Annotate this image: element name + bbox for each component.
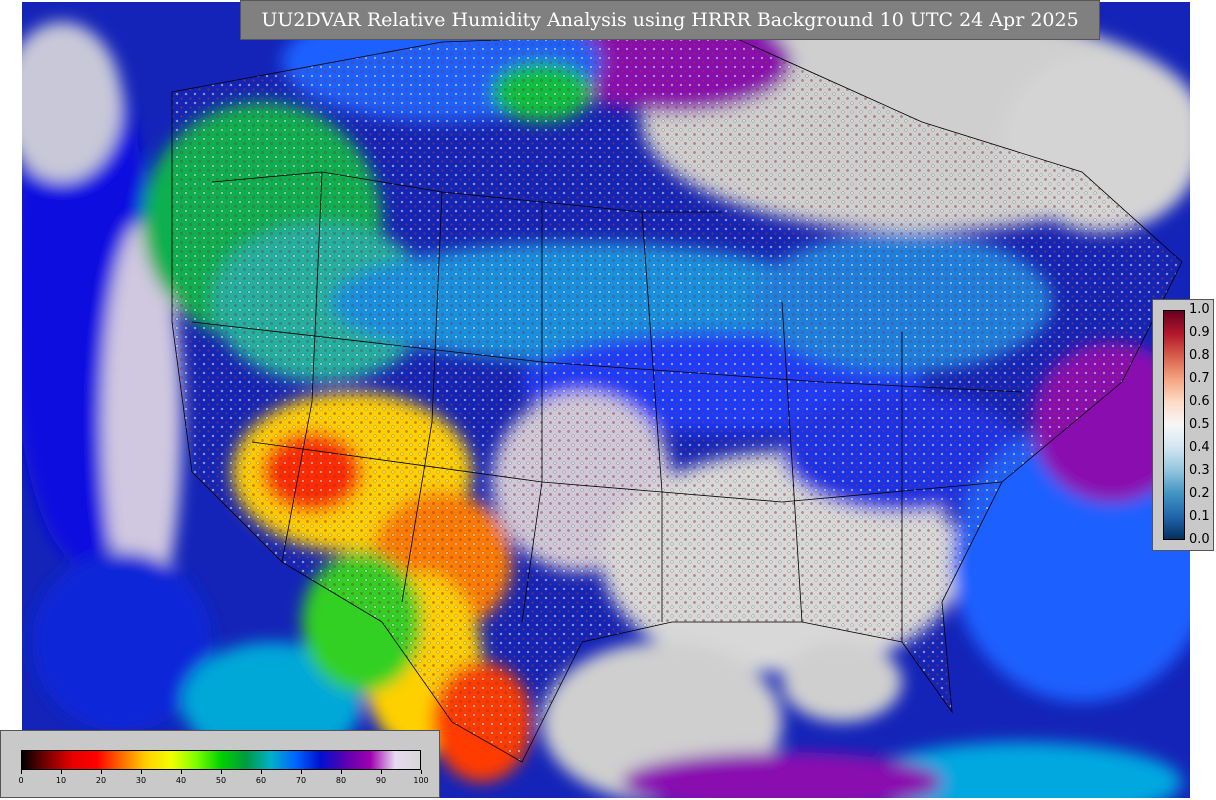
observation-colorbar-tick: 1.0 [1189, 302, 1210, 317]
humidity-colorbar-tick: 50 [215, 776, 227, 785]
humidity-colorbar-tickmark [181, 770, 182, 774]
map-canvas [22, 2, 1190, 798]
observation-colorbar-tick: 0.4 [1189, 440, 1210, 455]
humidity-colorbar-tick: 70 [295, 776, 307, 785]
humidity-colorbar-tickmark [341, 770, 342, 774]
humidity-colorbar-tickmark [221, 770, 222, 774]
humidity-colorbar-tick: 20 [95, 776, 107, 785]
observation-colorbar-tick: 0.2 [1189, 486, 1210, 501]
observation-colorbar-tick: 0.1 [1189, 509, 1210, 524]
observation-colorbar-tick: 0.7 [1189, 371, 1210, 386]
humidity-colorbar-tick: 10 [55, 776, 67, 785]
humidity-analysis-map [22, 2, 1190, 798]
humidity-colorbar-tick: 80 [335, 776, 347, 785]
humidity-colorbar-tickmark [301, 770, 302, 774]
humidity-colorbar-tickmark [141, 770, 142, 774]
observation-colorbar-tick: 0.5 [1189, 417, 1210, 432]
observation-colorbar-tick: 0.9 [1189, 325, 1210, 340]
humidity-colorbar-tickmark [421, 770, 422, 774]
observation-colorbar: 1.0 0.9 0.8 0.7 0.6 0.5 0.4 0.3 0.2 0.1 0.0 [1152, 299, 1214, 551]
observation-colorbar-gradient [1163, 310, 1185, 540]
humidity-colorbar-tickmark [21, 770, 22, 774]
map-title: UU2DVAR Relative Humidity Analysis using… [240, 0, 1100, 40]
humidity-colorbar-tick: 30 [135, 776, 147, 785]
humidity-colorbar-tick: 40 [175, 776, 187, 785]
humidity-colorbar-tickmark [101, 770, 102, 774]
observation-colorbar-tick: 0.0 [1189, 532, 1210, 547]
observation-colorbar-tick: 0.3 [1189, 463, 1210, 478]
humidity-colorbar-tick: 90 [375, 776, 387, 785]
humidity-colorbar-tickmark [61, 770, 62, 774]
humidity-colorbar-tickmark [261, 770, 262, 774]
humidity-colorbar-tickmark [381, 770, 382, 774]
observation-colorbar-tick: 0.6 [1189, 394, 1210, 409]
humidity-colorbar-tick: 0 [18, 776, 24, 785]
humidity-colorbar: 0 10 20 30 40 50 60 70 80 90 100 [0, 730, 440, 798]
humidity-colorbar-gradient [21, 750, 421, 770]
humidity-colorbar-tick: 60 [255, 776, 267, 785]
humidity-colorbar-tick: 100 [413, 776, 429, 785]
observation-colorbar-tick: 0.8 [1189, 348, 1210, 363]
